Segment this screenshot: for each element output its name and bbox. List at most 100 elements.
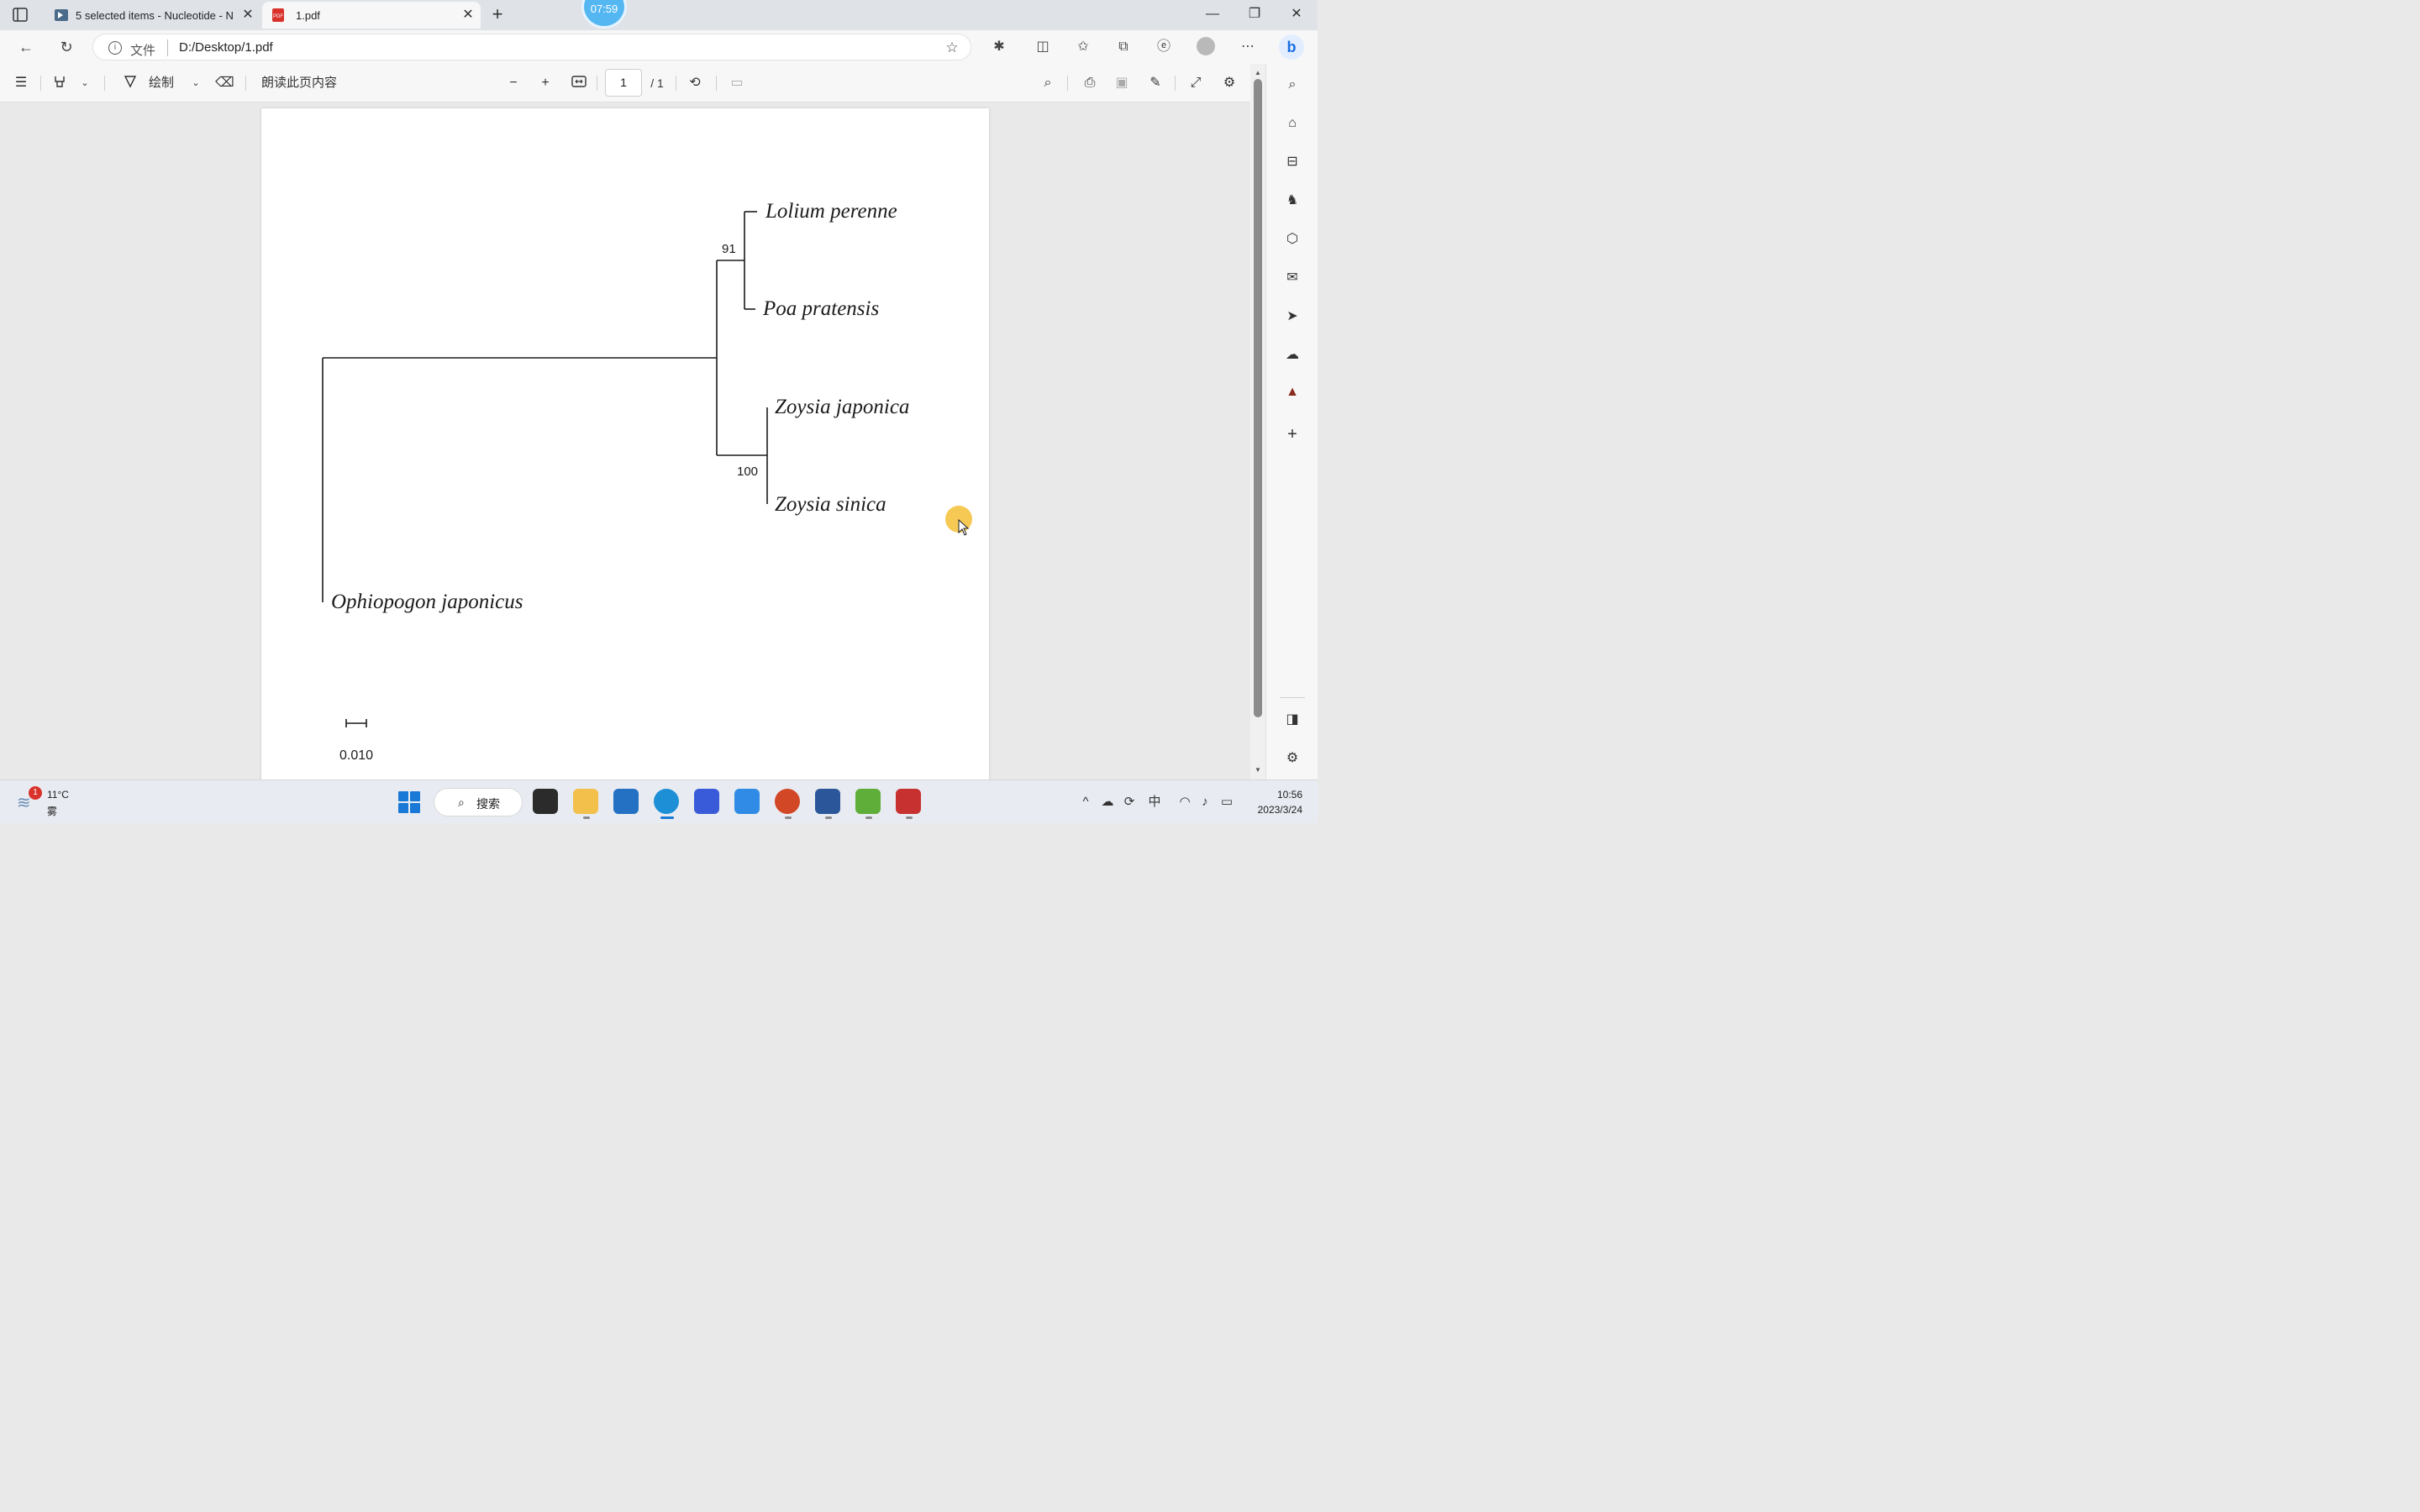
more-menu-icon[interactable]: ⋯ (1239, 38, 1257, 56)
contents-list-icon[interactable]: ☰ (12, 74, 30, 92)
url-protocol: 文件 (130, 44, 156, 58)
sidebar-search-icon[interactable]: ⌕ (1283, 76, 1302, 94)
ime-indicator[interactable]: 中 (1146, 794, 1163, 811)
bing-copilot-icon[interactable]: b (1279, 34, 1304, 60)
weather-temp[interactable]: 11°C (47, 789, 69, 801)
draw-pen-icon[interactable] (121, 74, 139, 92)
mouse-pointer-icon (958, 519, 970, 536)
fit-width-icon[interactable] (570, 74, 588, 92)
draw-button[interactable]: 绘制 (143, 74, 180, 92)
weather-desc[interactable]: 雾 (47, 804, 57, 818)
print-icon[interactable]: ⎙ (1081, 74, 1099, 92)
pdf-viewer[interactable]: Lolium perenne Poa pratensis Zoysia japo… (0, 102, 1250, 780)
running-indicator (825, 816, 832, 819)
vertical-scrollbar[interactable]: ▲ ▼ (1250, 64, 1265, 780)
taxon-label: Zoysia japonica (775, 396, 909, 418)
bootstrap-label: 91 (722, 242, 736, 256)
address-bar[interactable]: i 文件 D:/Desktop/1.pdf ☆ (92, 34, 971, 60)
close-window-icon[interactable]: ✕ (1284, 3, 1309, 25)
clock-date[interactable]: 2023/3/24 (1242, 804, 1302, 816)
pdf-settings-icon[interactable]: ⚙ (1220, 74, 1239, 92)
scroll-down-icon[interactable]: ▼ (1253, 766, 1263, 774)
shopping-tag-icon[interactable]: ⌂ (1283, 114, 1302, 133)
info-icon[interactable]: i (108, 41, 122, 55)
scroll-thumb[interactable] (1254, 79, 1262, 717)
running-indicator (865, 816, 872, 819)
edge-browser-icon[interactable] (654, 789, 679, 814)
powerpoint-icon[interactable] (775, 789, 800, 814)
toolbar-divider (245, 76, 246, 91)
sidebar-settings-icon[interactable]: ⚙ (1283, 749, 1302, 768)
read-aloud-button[interactable]: 朗读此页内容 (257, 74, 341, 92)
sync-icon[interactable]: ⟳ (1121, 794, 1138, 811)
outlook-icon[interactable]: ✉ (1283, 269, 1302, 287)
close-tab-icon[interactable]: ✕ (460, 8, 476, 23)
hide-sidebar-icon[interactable]: ◨ (1283, 711, 1302, 729)
collections-icon[interactable]: ⧉ (1114, 38, 1133, 56)
pdf-toolbar: ☰ ⌄ 绘制 ⌄ ⌫ 朗读此页内容 − + 1 / 1 ⟲ ▭ ⌕ ⎙ ▣ ✎ … (0, 64, 1250, 102)
stylus-app-icon[interactable] (694, 789, 719, 814)
games-icon[interactable]: ♞ (1283, 192, 1302, 210)
tab-label: 1.pdf (296, 8, 320, 22)
minimize-icon[interactable]: — (1200, 3, 1225, 25)
tab-nucleotide[interactable]: 5 selected items - Nucleotide - N ✕ (45, 2, 260, 29)
office-icon[interactable]: ⬡ (1283, 230, 1302, 249)
tab-label: 5 selected items - Nucleotide - N (76, 8, 234, 22)
search-label: 搜索 (476, 797, 500, 811)
rotate-icon[interactable]: ⟲ (686, 74, 704, 92)
zoom-in-icon[interactable]: + (536, 74, 555, 92)
highlight-dropdown-icon[interactable]: ⌄ (77, 74, 92, 92)
send-icon[interactable]: ➤ (1283, 307, 1302, 326)
restore-icon[interactable]: ❐ (1242, 3, 1267, 25)
task-view-icon[interactable] (533, 789, 558, 814)
messenger-app-icon[interactable] (734, 789, 760, 814)
profile-avatar[interactable] (1197, 37, 1215, 55)
add-sidebar-app-icon[interactable]: + (1283, 425, 1302, 444)
pdf-page: Lolium perenne Poa pratensis Zoysia japo… (261, 108, 989, 780)
add-favorite-icon[interactable]: ☆ (944, 39, 960, 56)
toolbar-divider (716, 76, 717, 91)
pdf-file-icon: PDF (271, 8, 286, 23)
mega-x-app-icon[interactable] (896, 789, 921, 814)
favorites-icon[interactable]: ✩ (1074, 38, 1092, 56)
onedrive-icon[interactable]: ☁ (1099, 794, 1116, 811)
phylogenetic-tree: Lolium perenne Poa pratensis Zoysia japo… (322, 200, 909, 763)
battery-icon[interactable]: ▭ (1218, 794, 1235, 811)
fullscreen-icon[interactable]: ⤢ (1186, 74, 1205, 92)
tools-briefcase-icon[interactable]: ⊟ (1283, 153, 1302, 171)
extensions-icon[interactable]: ✱ (990, 38, 1008, 56)
zoom-out-icon[interactable]: − (504, 74, 523, 92)
back-arrow-icon[interactable]: ← (15, 37, 37, 57)
bootstrap-label: 100 (737, 465, 758, 479)
volume-icon[interactable]: ♪ (1197, 794, 1213, 811)
taxon-label: Poa pratensis (762, 297, 879, 320)
tab-actions-icon[interactable] (10, 6, 30, 24)
page-number-input[interactable]: 1 (605, 69, 642, 97)
refresh-icon[interactable]: ↻ (55, 37, 77, 57)
word-icon[interactable] (815, 789, 840, 814)
mega-app-icon[interactable] (855, 789, 881, 814)
page-view-icon[interactable]: ▭ (728, 74, 746, 92)
taskbar-search[interactable]: ⌕ 搜索 (434, 788, 523, 816)
save-icon[interactable]: ▣ (1113, 74, 1131, 92)
close-tab-icon[interactable]: ✕ (240, 8, 255, 23)
windows-start-icon[interactable] (398, 791, 420, 813)
file-explorer-icon[interactable] (573, 789, 598, 814)
save-as-icon[interactable]: ✎ (1146, 74, 1165, 92)
split-screen-icon[interactable]: ◫ (1034, 38, 1052, 56)
new-tab-button[interactable]: + (487, 3, 508, 25)
search-icon[interactable]: ⌕ (1039, 74, 1057, 92)
highlight-icon[interactable] (50, 74, 69, 92)
draw-dropdown-icon[interactable]: ⌄ (188, 74, 203, 92)
eraser-icon[interactable]: ⌫ (215, 74, 234, 92)
microsoft-store-icon[interactable] (613, 789, 639, 814)
ie-mode-icon[interactable]: ⓔ (1155, 38, 1173, 56)
app-logo-icon[interactable]: ▲ (1283, 383, 1302, 402)
wifi-icon[interactable]: ◠ (1176, 794, 1193, 811)
scroll-up-icon[interactable]: ▲ (1253, 69, 1263, 77)
tab-pdf[interactable]: PDF 1.pdf ✕ (262, 2, 481, 29)
url-text[interactable]: D:/Desktop/1.pdf (179, 40, 273, 55)
tray-overflow-icon[interactable]: ^ (1077, 794, 1094, 811)
clock-time[interactable]: 10:56 (1269, 789, 1302, 801)
cloud-icon[interactable]: ☁ (1283, 346, 1302, 365)
